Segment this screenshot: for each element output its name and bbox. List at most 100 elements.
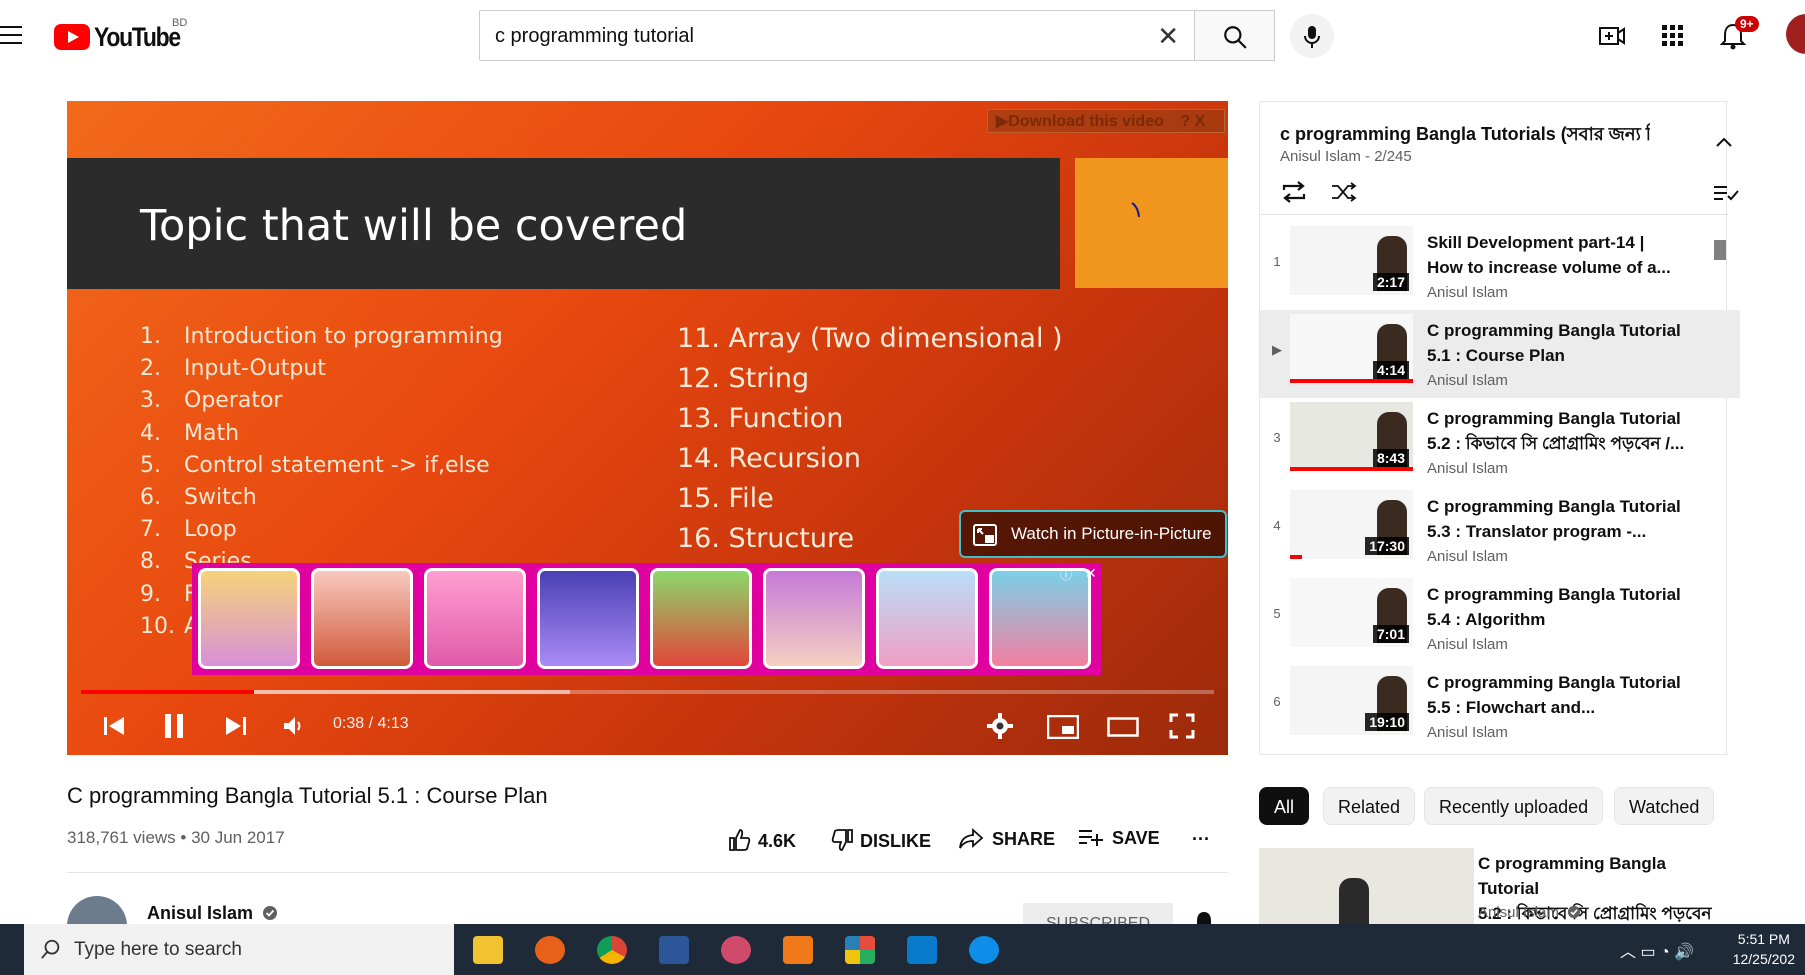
sublime-text-icon[interactable]	[783, 936, 813, 964]
playlist-item-channel[interactable]: Anisul Islam	[1427, 372, 1508, 389]
chrome-icon[interactable]	[597, 936, 627, 964]
playlist-item[interactable]: 4 17:30 C programming Bangla Tutorial 5.3 :…	[1260, 486, 1740, 574]
playlist-item[interactable]: 3 8:43 C programming Bangla Tutorial 5.2 : …	[1260, 398, 1740, 486]
playlist-title[interactable]: c programming Bangla Tutorials (সবার জন্…	[1280, 120, 1650, 151]
related-channel[interactable]: Anisul Islam	[1478, 904, 1581, 921]
playlist-item-channel[interactable]: Anisul Islam	[1427, 284, 1508, 301]
share-button[interactable]: SHARE	[958, 827, 1055, 850]
playlist-item-channel[interactable]: Anisul Islam	[1427, 460, 1508, 477]
store-app-icon[interactable]	[845, 936, 875, 964]
playlist-item-title[interactable]: C programming Bangla Tutorial 5.5 : Flowc…	[1427, 670, 1697, 720]
playlist-menu-icon[interactable]	[1713, 184, 1739, 202]
miniplayer-icon[interactable]	[1047, 715, 1079, 739]
collapse-chevron-up-icon[interactable]	[1715, 136, 1733, 148]
download-close-icon[interactable]: X	[1195, 113, 1206, 130]
like-button[interactable]: 4.6K	[728, 828, 796, 852]
ad-game-tile[interactable]	[989, 568, 1091, 669]
picture-in-picture-label[interactable]: Watch in Picture-in-Picture	[1011, 524, 1212, 543]
playlist-item-title-line2[interactable]: 5.2 : কিভাবে সি প্রোগ্রামিং পড়বেন /...	[1427, 431, 1697, 456]
voice-search-button[interactable]	[1290, 14, 1334, 58]
playlist-item-thumbnail[interactable]: 17:30	[1290, 490, 1413, 559]
youtube-logo-icon[interactable]	[54, 24, 90, 50]
ad-game-tile[interactable]	[198, 568, 300, 669]
volume-icon[interactable]	[283, 716, 305, 736]
playlist-item-thumbnail[interactable]: 2:17	[1290, 226, 1413, 295]
playlist-item-title[interactable]: C programming Bangla Tutorial 5.2 : কিভাব…	[1427, 406, 1697, 456]
vscode-icon[interactable]	[907, 936, 937, 964]
search-input[interactable]: c programming tutorial	[495, 25, 694, 48]
playlist-item[interactable]: 5 7:01 C programming Bangla Tutorial 5.4 : …	[1260, 574, 1740, 662]
firefox-icon[interactable]	[535, 936, 565, 964]
playlist-item-title-line1[interactable]: C programming Bangla Tutorial	[1427, 494, 1697, 519]
playlist-item-title-line1[interactable]: C programming Bangla Tutorial	[1427, 318, 1697, 343]
download-video-bar[interactable]: ▶Download this video ? X	[987, 109, 1225, 133]
ad-info-icon[interactable]: ⓘ	[1060, 566, 1072, 583]
more-actions-button[interactable]: ...	[1192, 824, 1210, 845]
channel-name[interactable]: Anisul Islam	[147, 903, 278, 924]
taskbar-search[interactable]: Type here to search	[24, 924, 454, 975]
playlist-item-thumbnail[interactable]: 19:10	[1290, 666, 1413, 735]
pause-icon[interactable]	[163, 713, 185, 739]
playlist-item[interactable]: ▶ 4:14 C programming Bangla Tutorial 5.1 : …	[1260, 310, 1740, 398]
ad-game-tile[interactable]	[311, 568, 413, 669]
fullscreen-icon[interactable]	[1169, 713, 1195, 739]
picture-in-picture-button[interactable]: Watch in Picture-in-Picture	[959, 510, 1227, 558]
video-player[interactable]: ▶Download this video ? X Topic that will…	[67, 101, 1228, 755]
ad-game-tile[interactable]	[537, 568, 639, 669]
youtube-logo-text[interactable]: YouTube	[94, 22, 181, 53]
dislike-button[interactable]: DISLIKE	[830, 828, 931, 852]
paint-icon[interactable]	[721, 936, 751, 964]
file-explorer-icon[interactable]	[473, 936, 503, 964]
ad-game-tile[interactable]	[424, 568, 526, 669]
taskbar-clock[interactable]: 5:51 PM 12/25/202	[1733, 929, 1795, 969]
related-channel-name[interactable]: Anisul Islam	[1478, 904, 1559, 921]
playlist-item-title-line1[interactable]: Skill Development part-14 |	[1427, 230, 1697, 255]
ad-game-tile[interactable]	[650, 568, 752, 669]
playlist-item-channel[interactable]: Anisul Islam	[1427, 724, 1508, 741]
related-title-line1[interactable]: C programming Bangla Tutorial	[1478, 851, 1728, 901]
ad-banner[interactable]: ✕ ⓘ	[192, 563, 1101, 675]
teamviewer-icon[interactable]	[969, 936, 999, 964]
playlist-item-title-line2[interactable]: How to increase volume of a...	[1427, 255, 1697, 280]
loop-icon[interactable]	[1280, 180, 1308, 204]
ad-close-icon[interactable]: ✕	[1085, 565, 1097, 582]
playlist-item[interactable]: 1 2:17 Skill Development part-14 | How to i…	[1260, 222, 1740, 310]
scrollbar-thumb[interactable]	[1714, 240, 1726, 260]
chip-all[interactable]: All	[1259, 787, 1310, 825]
create-video-icon[interactable]	[1598, 22, 1626, 50]
playlist-item-title[interactable]: C programming Bangla Tutorial 5.3 : Trans…	[1427, 494, 1697, 544]
playlist-item-thumbnail[interactable]: 7:01	[1290, 578, 1413, 647]
playlist-item-title[interactable]: Skill Development part-14 | How to increa…	[1427, 230, 1697, 280]
chip-related[interactable]: Related	[1323, 787, 1416, 825]
clear-search-icon[interactable]: ✕	[1157, 21, 1179, 52]
playlist-item-title-line1[interactable]: C programming Bangla Tutorial	[1427, 406, 1697, 431]
ad-game-tile[interactable]	[763, 568, 865, 669]
taskbar-search-placeholder[interactable]: Type here to search	[74, 939, 242, 961]
chip-watched[interactable]: Watched	[1614, 787, 1715, 825]
system-tray-icons[interactable]: ︿ ▭ ◔ 🔊	[1620, 938, 1694, 962]
search-button[interactable]	[1195, 10, 1275, 61]
account-avatar[interactable]	[1786, 14, 1805, 54]
playlist-item-title[interactable]: C programming Bangla Tutorial 5.1 : Cours…	[1427, 318, 1697, 368]
playlist-item-title-line1[interactable]: C programming Bangla Tutorial	[1427, 670, 1697, 695]
search-box[interactable]: c programming tutorial ✕	[479, 10, 1195, 61]
download-help-icon[interactable]: ?	[1180, 113, 1190, 130]
playlist-item-title-line2[interactable]: 5.1 : Course Plan	[1427, 343, 1697, 368]
playlist-item-title[interactable]: C programming Bangla Tutorial 5.4 : Algor…	[1427, 582, 1697, 632]
menu-icon[interactable]	[0, 26, 22, 44]
chip-recently-uploaded[interactable]: Recently uploaded	[1424, 787, 1604, 825]
playlist-item-thumbnail[interactable]: 8:43	[1290, 402, 1413, 471]
apps-grid-icon[interactable]	[1662, 25, 1684, 47]
playlist-item[interactable]: 6 19:10 C programming Bangla Tutorial 5.5 :…	[1260, 662, 1740, 750]
playlist-item-title-line1[interactable]: C programming Bangla Tutorial	[1427, 582, 1697, 607]
previous-icon[interactable]	[103, 715, 125, 737]
word-icon[interactable]	[659, 936, 689, 964]
playlist-item-title-line2[interactable]: 5.5 : Flowchart and...	[1427, 695, 1697, 720]
save-button[interactable]: SAVE	[1078, 828, 1160, 849]
download-video-label[interactable]: ▶Download this video	[996, 113, 1164, 130]
channel-name-text[interactable]: Anisul Islam	[147, 903, 253, 923]
ad-game-tile[interactable]	[876, 568, 978, 669]
scroll-up-icon[interactable]	[1736, 218, 1748, 238]
theater-mode-icon[interactable]	[1107, 717, 1139, 737]
playlist-item-channel[interactable]: Anisul Islam	[1427, 548, 1508, 565]
